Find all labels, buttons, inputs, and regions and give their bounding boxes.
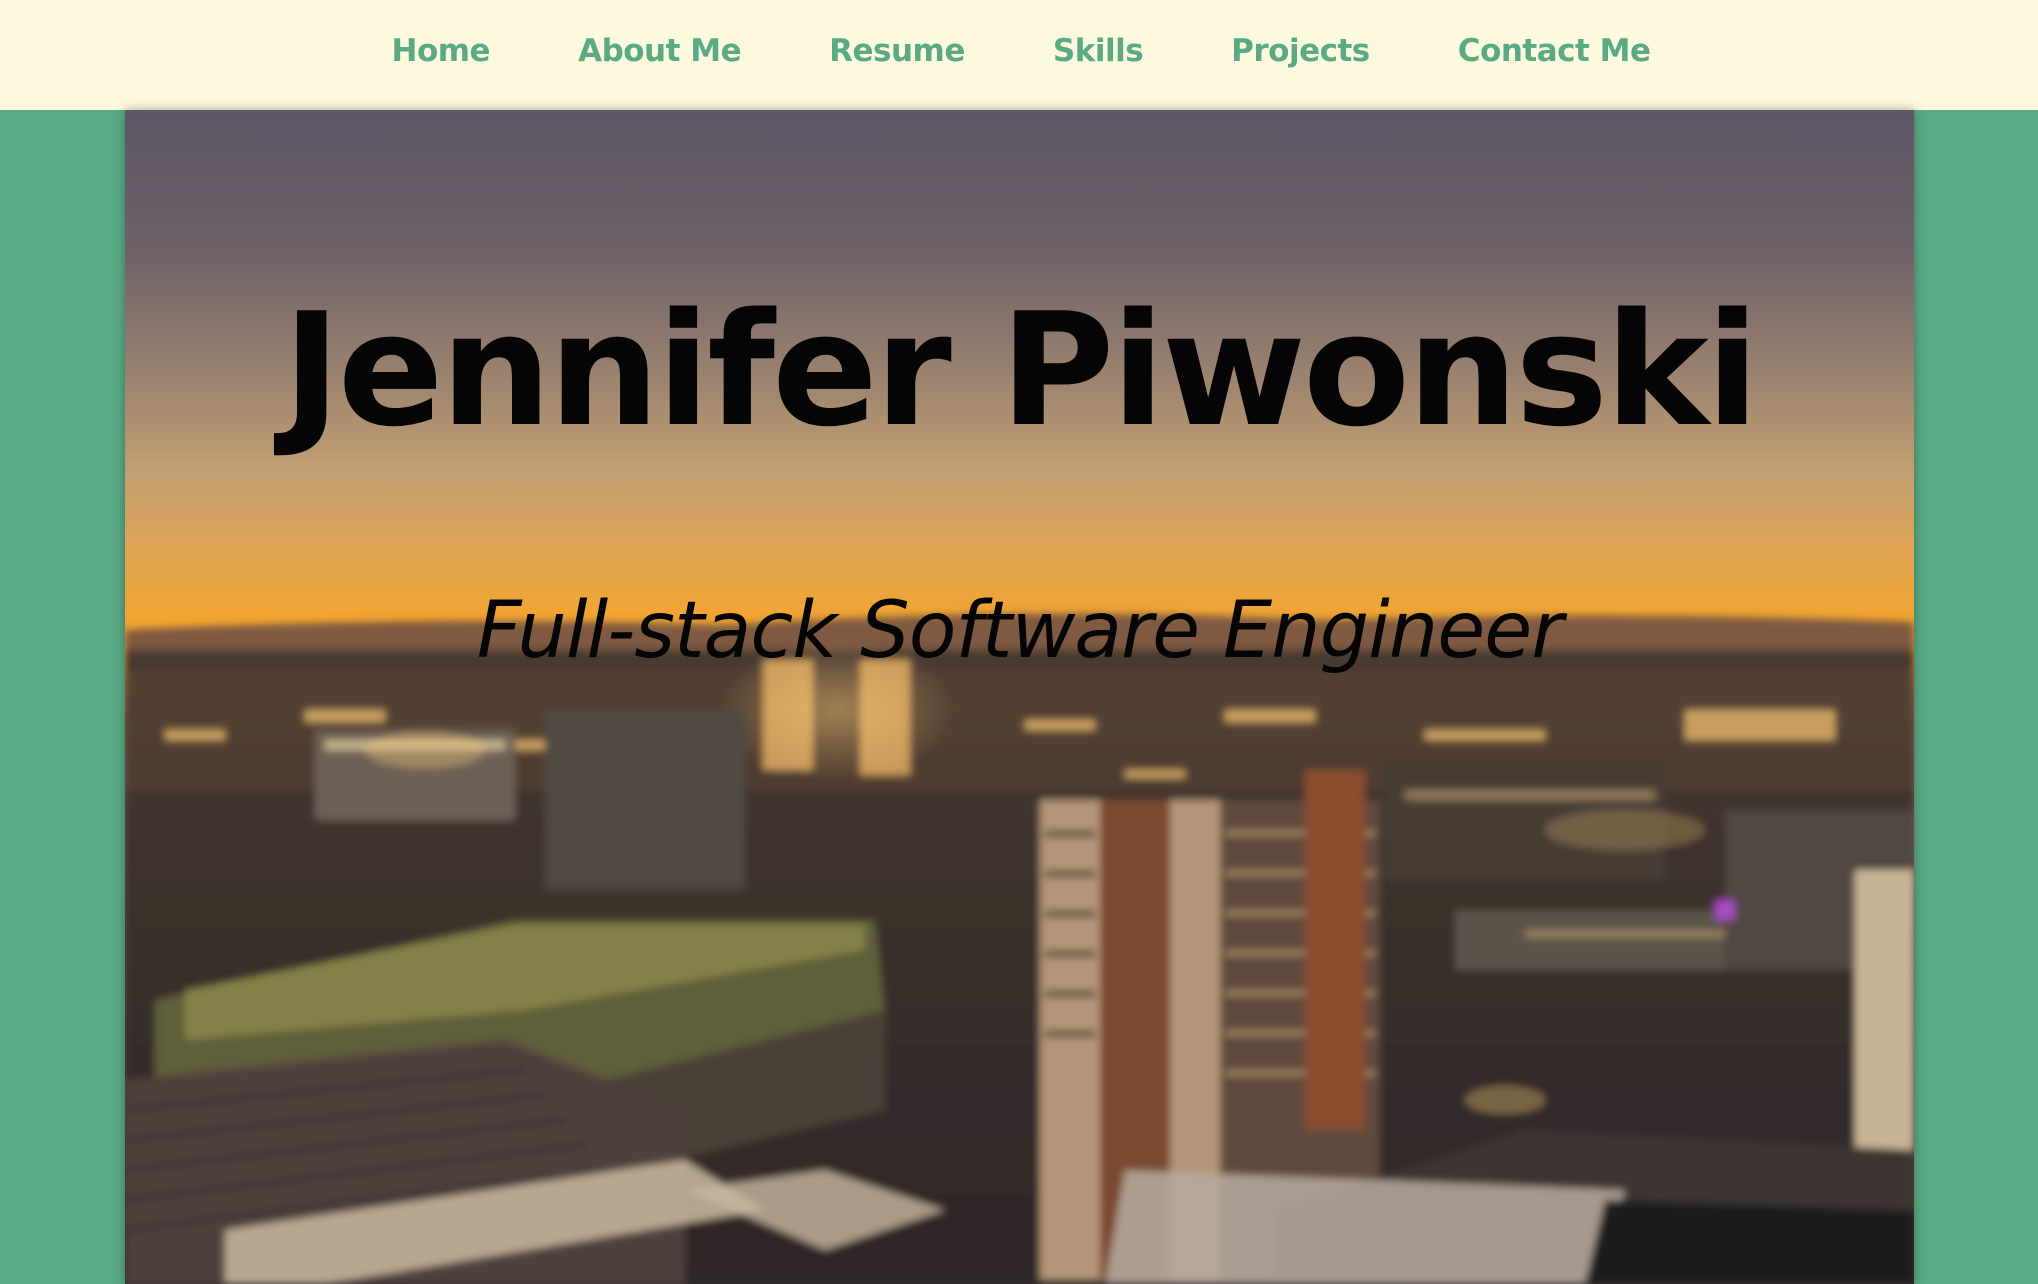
nav-link-resume[interactable]: Resume — [785, 33, 1009, 69]
nav-link-about-me[interactable]: About Me — [534, 33, 785, 69]
hero-name-title: Jennifer Piwonski — [282, 279, 1760, 461]
hero-section: Jennifer Piwonski Full-stack Software En… — [125, 110, 1914, 1284]
nav-list: Home About Me Resume Skills Projects Con… — [348, 33, 1695, 69]
top-navbar: Home About Me Resume Skills Projects Con… — [0, 0, 2038, 110]
hero-job-subtitle: Full-stack Software Engineer — [476, 586, 1564, 676]
nav-link-projects[interactable]: Projects — [1187, 33, 1414, 69]
nav-link-contact-me[interactable]: Contact Me — [1414, 33, 1695, 69]
nav-link-home[interactable]: Home — [348, 33, 535, 69]
nav-link-skills[interactable]: Skills — [1009, 33, 1187, 69]
